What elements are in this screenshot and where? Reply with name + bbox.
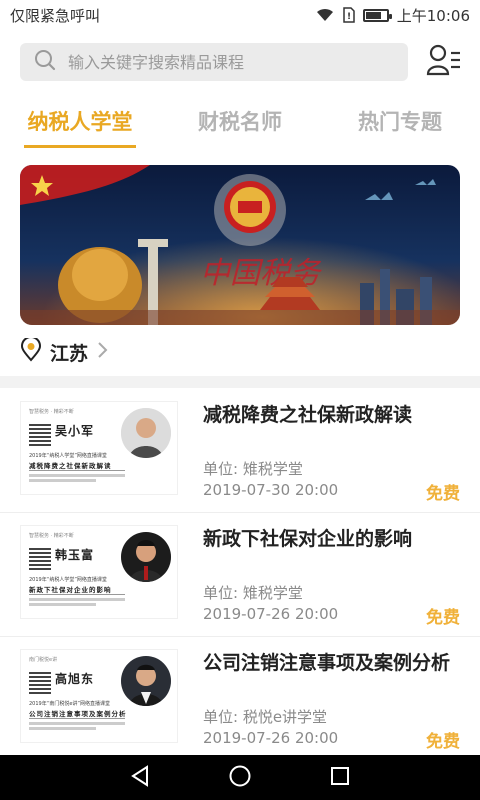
carrier-label: 仅限紧急呼叫 [10,6,101,25]
tab-hot-topics[interactable]: 热门专题 [320,104,480,148]
banner-image: 中国税务 [20,165,460,325]
course-date: 2019-07-26 20:00 [203,605,339,623]
recents-button[interactable] [320,758,360,798]
teacher-avatar [121,656,171,706]
course-thumbnail: 智慧税务 · 精彩不断 吴小军 2019年“纳税人学堂”网络直播课堂 减税降费之… [20,401,178,495]
course-unit: 单位: 税悦e讲学堂 [203,708,328,726]
home-button[interactable] [220,758,260,798]
search-bar[interactable] [20,43,408,81]
course-unit: 单位: 雉税学堂 [203,584,303,602]
course-unit: 单位: 雉税学堂 [203,460,303,478]
course-price: 免费 [426,484,460,504]
back-button[interactable] [120,758,160,798]
status-icons: ! 上午10:06 [315,5,470,26]
status-bar: 仅限紧急呼叫 ! 上午10:06 [0,0,480,30]
tab-tax-masters[interactable]: 财税名师 [160,104,320,148]
section-divider [0,376,480,388]
system-nav-bar [0,755,480,800]
search-icon [34,49,56,75]
qr-code [29,548,51,570]
qr-code [29,424,51,446]
thumb-teacher-name: 韩玉富 [55,548,95,562]
thumb-series: 2019年“南门税悦e讲”网络直播课堂 [29,701,110,707]
search-row [20,42,465,82]
course-thumbnail: 南门税悦e讲 高旭东 2019年“南门税悦e讲”网络直播课堂 公司注销注意事项及… [20,649,178,743]
course-item[interactable]: 智慧税务 · 精彩不断 韩玉富 2019年“纳税人学堂”网络直播课堂 新政下社保… [0,513,480,637]
thumb-series: 2019年“纳税人学堂”网络直播课堂 [29,453,107,459]
thumb-meta [29,722,125,734]
course-title: 公司注销注意事项及案例分析 [203,652,451,674]
thumb-header: 南门税悦e讲 [29,657,58,663]
clock: 上午10:06 [396,6,470,25]
course-item[interactable]: 南门税悦e讲 高旭东 2019年“南门税悦e讲”网络直播课堂 公司注销注意事项及… [0,637,480,755]
thumb-rule [29,594,125,595]
svg-text:!: ! [347,12,351,22]
thumb-course-title: 减税降费之社保新政解读 [29,462,112,470]
thumb-meta [29,598,125,610]
user-list-icon [426,43,462,81]
home-circle-icon [228,764,252,792]
course-date: 2019-07-26 20:00 [203,729,339,747]
thumb-teacher-name: 吴小军 [55,424,95,438]
sim-alert-icon: ! [343,7,355,23]
thumb-teacher-name: 高旭东 [55,672,95,686]
thumb-header: 智慧税务 · 精彩不断 [29,409,74,415]
chevron-right-icon [96,340,108,364]
back-triangle-icon [129,764,151,791]
teacher-avatar [121,408,171,458]
thumb-series: 2019年“纳税人学堂”网络直播课堂 [29,577,107,583]
search-input[interactable] [68,52,368,72]
category-tabs: 纳税人学堂 财税名师 热门专题 [0,104,480,148]
qr-code [29,672,51,694]
location-pin-icon [20,336,42,366]
recents-square-icon [329,765,351,791]
thumb-meta [29,474,125,486]
location-selector[interactable]: 江苏 [20,336,108,367]
user-center-button[interactable] [425,42,463,82]
wifi-icon [315,7,335,23]
course-date: 2019-07-30 20:00 [203,481,339,499]
course-item[interactable]: 智慧税务 · 精彩不断 吴小军 2019年“纳税人学堂”网络直播课堂 减税降费之… [0,389,480,513]
tab-taxpayer-school[interactable]: 纳税人学堂 [0,104,160,148]
battery-icon [362,8,392,22]
thumb-header: 智慧税务 · 精彩不断 [29,533,74,539]
location-city: 江苏 [50,342,89,365]
course-title: 减税降费之社保新政解读 [203,404,413,426]
course-price: 免费 [426,608,460,628]
course-price: 免费 [426,732,460,752]
thumb-rule [29,718,125,719]
promo-banner[interactable]: 中国税务 [20,165,460,325]
thumb-rule [29,470,125,471]
thumb-course-title: 新政下社保对企业的影响 [29,586,112,594]
teacher-avatar [121,532,171,582]
course-title: 新政下社保对企业的影响 [203,528,413,550]
thumb-course-title: 公司注销注意事项及案例分析 [29,710,127,718]
course-thumbnail: 智慧税务 · 精彩不断 韩玉富 2019年“纳税人学堂”网络直播课堂 新政下社保… [20,525,178,619]
